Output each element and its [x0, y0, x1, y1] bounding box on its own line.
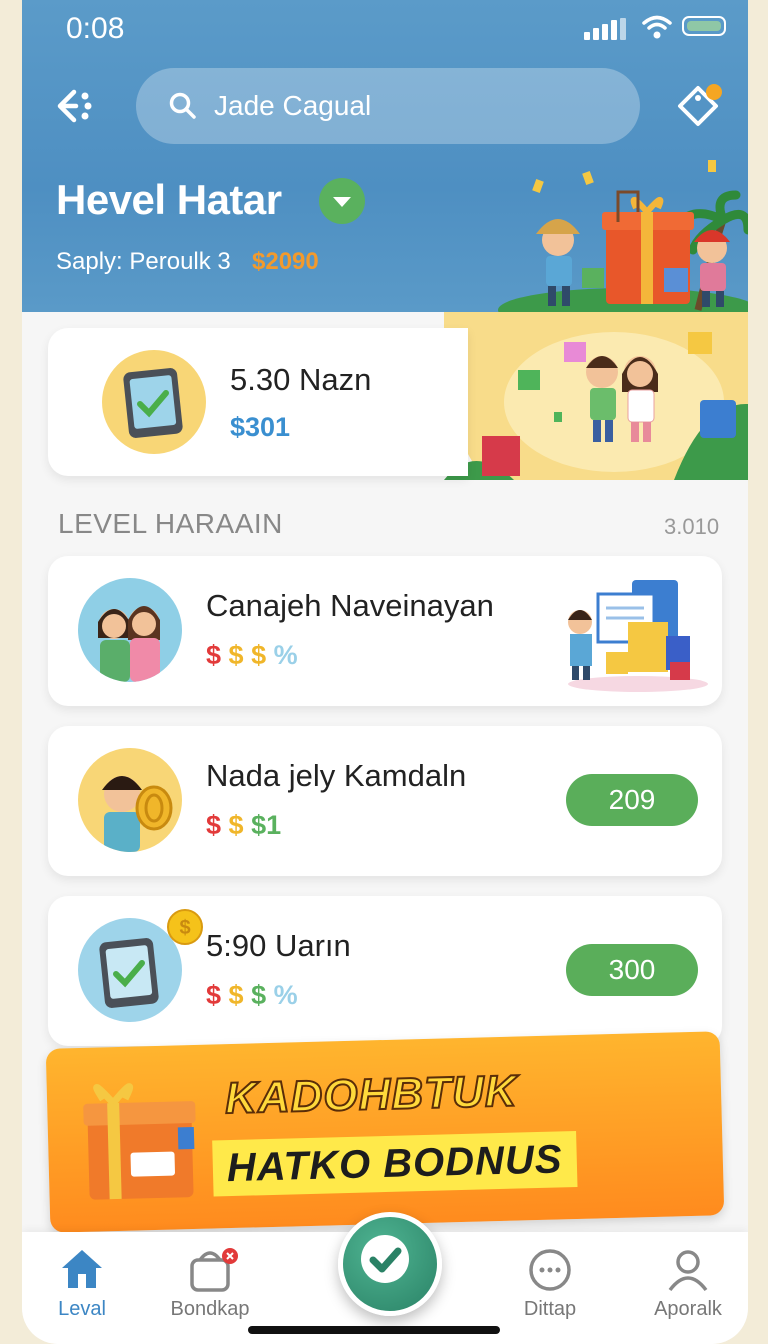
boy-with-coin-illustration [102, 776, 173, 852]
tab-label: Bondkap [170, 1298, 250, 1320]
battery-icon [682, 16, 726, 36]
bag-icon [190, 1248, 238, 1292]
check-icon [361, 1235, 409, 1283]
currency-icons: $ $ $ % [206, 980, 298, 1010]
currency-icons: $ $ $1 [206, 810, 282, 840]
signal-icon [584, 18, 628, 40]
tag-icon[interactable] [674, 80, 724, 130]
tablet-check-icon [123, 368, 183, 438]
tab-label: Dittap [523, 1298, 577, 1320]
section-count: 3.010 [664, 514, 720, 539]
kids-illustration [444, 312, 748, 480]
tablet-avatar [102, 350, 206, 454]
tab-leval[interactable]: Leval [22, 1232, 142, 1344]
summary-amount: $301 [230, 412, 291, 442]
page-title: Hevel Hatar [56, 176, 282, 223]
girls-avatar [78, 578, 182, 682]
list-item[interactable]: $ 5:90 Uarın $ $ $ % 300 [48, 896, 722, 1046]
row-name: 5:90 Uarın [206, 928, 351, 963]
wifi-icon [642, 15, 672, 39]
bonus-banner[interactable]: KADOHBTUK HATKO BODNUS [45, 1031, 725, 1233]
home-indicator [248, 1326, 500, 1334]
search-icon [169, 92, 196, 119]
value-pill[interactable]: 300 [566, 944, 698, 996]
banner-headline: KADOHBTUK [223, 1066, 519, 1125]
row-name: Nada jely Kamdaln [206, 758, 467, 793]
value-pill[interactable]: 209 [566, 774, 698, 826]
gift-box-icon [83, 1083, 196, 1200]
summary-name: 5.30 Nazn [230, 362, 372, 397]
header: 0:08 Jade Cagual Hevel Hatar Saply: Pero… [22, 0, 748, 312]
tab-dittap[interactable]: Dittap [490, 1232, 610, 1344]
tab-aporalk[interactable]: Aporalk [628, 1232, 748, 1344]
section-title: LEVEL HARAAIN [58, 508, 283, 539]
shopping-illustration [568, 580, 708, 692]
home-icon [62, 1250, 102, 1288]
status-time: 0:08 [66, 12, 125, 45]
subtitle: Saply: Peroulk 3 [56, 248, 231, 275]
tab-label: Aporalk [654, 1298, 722, 1320]
girls-illustration [98, 606, 160, 682]
back-icon[interactable] [54, 84, 98, 128]
svg-text:$: $ [179, 917, 190, 939]
currency-icons: $ $ $ % [206, 640, 298, 670]
chat-icon [529, 1249, 571, 1291]
boy-avatar [78, 748, 182, 852]
search-input[interactable]: Jade Cagual [214, 90, 371, 122]
banner-subheadline: HATKO BODNUS [212, 1131, 578, 1197]
search-bar[interactable]: Jade Cagual [136, 68, 640, 144]
user-icon [668, 1250, 708, 1292]
list-item[interactable]: Canajeh Naveinayan $ $ $ % [48, 556, 722, 706]
gift-scene-illustration [498, 160, 748, 312]
subtitle-amount: $2090 [252, 248, 319, 275]
coin-icon: $ [167, 909, 203, 945]
chevron-down-icon[interactable] [319, 178, 365, 224]
row-name: Canajeh Naveinayan [206, 588, 494, 623]
confirm-fab[interactable] [338, 1212, 442, 1316]
phone-screen: 0:08 Jade Cagual Hevel Hatar Saply: Pero… [22, 0, 748, 1344]
list-item[interactable]: Nada jely Kamdaln $ $ $1 209 [48, 726, 722, 876]
tab-label: Leval [58, 1298, 106, 1320]
summary-card[interactable]: 5.30 Nazn $301 [48, 328, 468, 476]
